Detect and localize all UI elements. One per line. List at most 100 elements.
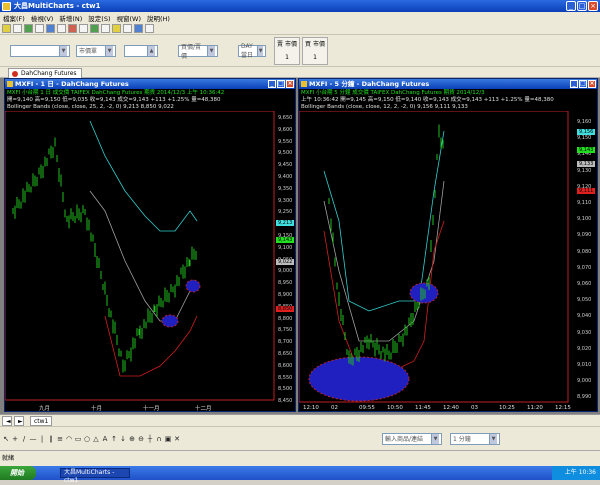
triangle-icon[interactable]: △ — [92, 434, 100, 444]
chart-window-daily[interactable]: MXFI - 1 日 - DahChang Futures _ □ × MXFI 小… — [4, 78, 296, 412]
x-tick-label: 10:50 — [387, 405, 403, 411]
highlight-ellipse — [409, 282, 439, 304]
y-tick-label: 9,600 — [278, 126, 293, 133]
minimize-button[interactable]: _ — [570, 80, 578, 88]
y-tick-label: 8,800 — [278, 315, 293, 322]
menu-file[interactable]: 檔案(F) — [3, 13, 25, 23]
ruler-icon[interactable]: ┼ — [146, 434, 154, 444]
ellipse-icon[interactable]: ○ — [83, 434, 91, 444]
portfolio-icon[interactable] — [90, 24, 99, 33]
chart-info-line1: MXFI 小台期 1 日 成交價 TAIFEX DahChang Futures… — [7, 90, 225, 96]
y-tick-label: 9,060 — [577, 281, 592, 287]
workspace-tabstrip: DahChang Futures — [0, 67, 600, 78]
maximize-button[interactable]: □ — [577, 1, 587, 11]
quote-icon[interactable] — [57, 24, 66, 33]
y-tick-label: 8,500 — [278, 386, 293, 393]
hline-icon[interactable]: — — [29, 434, 37, 444]
price-plot[interactable] — [299, 111, 569, 403]
open-icon[interactable] — [13, 24, 22, 33]
minimize-button[interactable]: _ — [268, 80, 276, 88]
price-type-select[interactable]: 買價/賣價 ▼ — [178, 44, 218, 60]
print-icon[interactable] — [35, 24, 44, 33]
chart-title: MXFI - 5 分鐘 - DahChang Futures — [309, 80, 430, 88]
zoom-out-icon[interactable]: ⊖ — [137, 434, 145, 444]
order-type-select[interactable]: 市價單 ▼ — [76, 44, 116, 57]
sell-market-button[interactable]: 賣 市價 1 — [274, 36, 300, 65]
y-tick-label: 9,090 — [577, 232, 592, 239]
order-toolbar: ▼ 市價單 ▼ ▲ 買價/賣價 ▼ DAY當日 ▼ 賣 市價 1 買 市價 1 — [0, 35, 600, 67]
scanner-icon[interactable] — [79, 24, 88, 33]
duration-select[interactable]: DAY當日 ▼ — [238, 43, 266, 59]
new-icon[interactable] — [2, 24, 11, 33]
tab-dahchang-futures[interactable]: DahChang Futures — [8, 68, 82, 78]
chart-icon[interactable] — [46, 24, 55, 33]
y-tick-label: 9,040 — [577, 313, 592, 320]
x-tick-label: 10:25 — [499, 405, 515, 411]
chart-title-bar: MXFI - 1 日 - DahChang Futures _ □ × — [5, 79, 295, 89]
mid-band — [89, 190, 198, 322]
tab-nav-left[interactable]: ◄ — [2, 416, 12, 426]
vline-icon[interactable]: | — [38, 434, 46, 444]
close-button[interactable]: × — [588, 1, 598, 11]
y-tick-label: 9,650 — [278, 115, 293, 121]
minimize-button[interactable]: _ — [566, 1, 576, 11]
maximize-button[interactable]: □ — [277, 80, 285, 88]
symbol-link-select[interactable]: 輸入商品/連結 ▼ — [382, 432, 442, 445]
x-tick-label: 12:15 — [555, 405, 571, 411]
zoom-in-icon[interactable]: ⊕ — [128, 434, 136, 444]
tab-ctw1[interactable]: ctw1 — [30, 416, 53, 426]
menu-view[interactable]: 檢視(V) — [31, 13, 54, 23]
dom-icon[interactable] — [101, 24, 110, 33]
arrow-up-icon[interactable]: ↑ — [110, 434, 118, 444]
mid-band — [323, 180, 445, 342]
fib-icon[interactable]: ≡ — [56, 434, 64, 444]
menu-new[interactable]: 新增(N) — [59, 13, 82, 23]
rect-icon[interactable]: ▭ — [74, 434, 82, 444]
menu-settings[interactable]: 設定(S) — [88, 13, 110, 23]
symbol-input[interactable]: ▼ — [10, 44, 70, 57]
arc-icon[interactable]: ◠ — [65, 434, 73, 444]
start-button[interactable]: 開始 — [0, 466, 36, 480]
menu-help[interactable]: 說明(H) — [147, 13, 170, 23]
magnet-icon[interactable]: ∩ — [155, 434, 163, 444]
y-tick-label: 9,450 — [278, 162, 293, 169]
window-title: 大昌MultiCharts - ctw1 — [14, 2, 101, 10]
trendline-icon[interactable]: / — [20, 434, 28, 444]
channel-icon[interactable]: ∥ — [47, 434, 55, 444]
help-icon[interactable] — [145, 24, 154, 33]
x-tick-label: 11:45 — [415, 405, 431, 411]
chart-icon — [301, 81, 307, 87]
price-tag: 8,850 — [276, 306, 295, 312]
save-icon[interactable] — [24, 24, 33, 33]
chevron-down-icon: ▼ — [59, 45, 67, 56]
lock-icon[interactable]: ▣ — [164, 434, 172, 444]
interval-select[interactable]: 1 分鐘 ▼ — [450, 432, 500, 445]
x-tick-label: 十月 — [91, 406, 103, 412]
price-plot[interactable] — [5, 111, 275, 401]
cross-icon[interactable]: + — [11, 434, 19, 444]
y-tick-label: 9,000 — [278, 268, 293, 275]
menu-window[interactable]: 視窗(W) — [116, 13, 141, 23]
text-icon[interactable]: A — [101, 434, 109, 444]
x-tick-label: 02 — [331, 405, 338, 411]
tab-nav-right[interactable]: ► — [14, 416, 24, 426]
y-tick-label: 9,100 — [278, 244, 293, 251]
close-button[interactable]: × — [588, 80, 596, 88]
y-tick-label: 8,600 — [278, 362, 293, 369]
delete-icon[interactable]: ✕ — [173, 434, 181, 444]
alert-icon[interactable] — [112, 24, 121, 33]
arrow-down-icon[interactable]: ↓ — [119, 434, 127, 444]
highlight-ellipse — [308, 356, 410, 402]
maximize-button[interactable]: □ — [579, 80, 587, 88]
editor-icon[interactable] — [123, 24, 132, 33]
buy-market-button[interactable]: 買 市價 1 — [302, 36, 328, 65]
quantity-stepper[interactable]: ▲ — [124, 44, 158, 57]
status-text: 就緒 — [2, 455, 15, 462]
taskbar-item-multicharts[interactable]: 大昌MultiCharts - ctw1 — [60, 468, 130, 484]
chart-window-5min[interactable]: MXFI - 5 分鐘 - DahChang Futures _ □ × MXFI … — [298, 78, 598, 412]
pointer-icon[interactable]: ↖ — [2, 434, 10, 444]
y-tick-label: 9,130 — [577, 167, 592, 174]
close-button[interactable]: × — [286, 80, 294, 88]
optimize-icon[interactable] — [134, 24, 143, 33]
order-icon[interactable] — [68, 24, 77, 33]
